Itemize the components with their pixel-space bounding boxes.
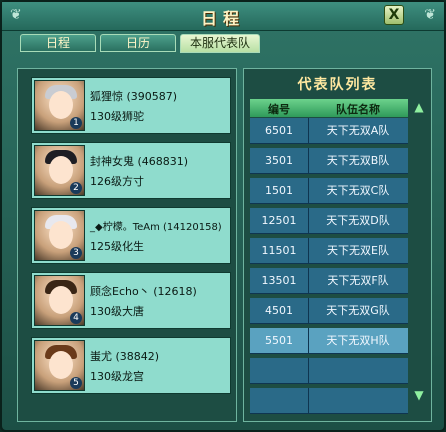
team-name: 天下无双F队 xyxy=(327,274,389,287)
avatar-face xyxy=(49,351,73,379)
team-name: 天下无双C队 xyxy=(326,184,390,197)
player-list-panel: 1 狐狸惊 (390587) 130级狮驼 2 封神女鬼 (468831) 12… xyxy=(17,68,237,422)
avatar-face xyxy=(49,286,73,314)
tab-calendar[interactable]: 日历 xyxy=(100,34,176,52)
team-id: 1501 xyxy=(250,178,309,204)
player-name: 封神女鬼 (468831) xyxy=(90,155,189,168)
empty-row xyxy=(250,388,408,414)
window-title: 日程 xyxy=(200,9,245,28)
team-id: 5501 xyxy=(250,328,309,354)
team-id: 11501 xyxy=(250,238,309,264)
team-table-header: 编号 队伍名称 xyxy=(250,99,408,117)
table-row[interactable]: 6501 天下无双A队 xyxy=(250,118,408,144)
team-id: 12501 xyxy=(250,208,309,234)
team-name: 天下无双A队 xyxy=(326,124,390,137)
table-row[interactable]: 3501 天下无双B队 xyxy=(250,148,408,174)
header-id: 编号 xyxy=(268,103,290,116)
team-name: 天下无双G队 xyxy=(326,304,390,317)
table-row[interactable]: 1501 天下无双C队 xyxy=(250,178,408,204)
player-card-4[interactable]: 4 顾念Echo丶 (12618) 130级大唐 xyxy=(31,272,231,329)
title-bar: ❦ ❦ 日程 X xyxy=(2,2,444,31)
avatar-face xyxy=(49,91,73,119)
empty-row xyxy=(250,358,408,384)
player-level: 126级方寸 xyxy=(90,175,144,188)
header-team-name: 队伍名称 xyxy=(336,103,380,116)
rank-badge: 2 xyxy=(70,182,82,194)
avatar-face xyxy=(49,156,73,184)
empty-cell xyxy=(250,388,309,414)
rank-badge: 4 xyxy=(70,312,82,324)
player-card-5[interactable]: 5 蚩尤 (38842) 130级龙宫 xyxy=(31,337,231,394)
tab-schedule[interactable]: 日程 xyxy=(20,34,96,52)
team-id: 6501 xyxy=(250,118,309,144)
avatar: 3 xyxy=(34,210,85,261)
team-list-title: 代表队列表 xyxy=(297,77,378,93)
player-name: 蚩尤 (38842) xyxy=(90,350,160,363)
table-row-selected[interactable]: 5501 天下无双H队 xyxy=(250,328,408,354)
avatar-face xyxy=(49,221,73,249)
team-id: 13501 xyxy=(250,268,309,294)
schedule-window: ❦ ❦ 日程 X 日程 日历 本服代表队 1 狐狸惊 (390587) 130级… xyxy=(0,0,446,432)
table-row[interactable]: 13501 天下无双F队 xyxy=(250,268,408,294)
player-name: 狐狸惊 (390587) xyxy=(90,90,178,103)
player-level: 130级大唐 xyxy=(90,305,144,318)
table-row[interactable]: 4501 天下无双G队 xyxy=(250,298,408,324)
table-row[interactable]: 12501 天下无双D队 xyxy=(250,208,408,234)
player-name: 顾念Echo丶 (12618) xyxy=(90,285,197,298)
team-name: 天下无双B队 xyxy=(326,154,390,167)
rank-badge: 5 xyxy=(70,377,82,389)
player-level: 130级狮驼 xyxy=(90,110,144,123)
team-id: 4501 xyxy=(250,298,309,324)
avatar: 2 xyxy=(34,145,85,196)
player-level: 130级龙宫 xyxy=(90,370,144,383)
close-button[interactable]: X xyxy=(384,5,404,25)
player-name: _◆柠檬。TeAm (14120158) xyxy=(90,222,222,233)
team-name: 天下无双H队 xyxy=(326,334,390,347)
avatar: 5 xyxy=(34,340,85,391)
team-list-panel: 代表队列表 编号 队伍名称 6501 天下无双A队 3501 天下无双B队 15… xyxy=(243,68,432,422)
team-list-scrollbar[interactable]: ▲ ▼ xyxy=(412,101,426,401)
player-card-3[interactable]: 3 _◆柠檬。TeAm (14120158) 125级化生 xyxy=(31,207,231,264)
rank-badge: 1 xyxy=(70,117,82,129)
avatar: 4 xyxy=(34,275,85,326)
team-id: 3501 xyxy=(250,148,309,174)
player-level: 125级化生 xyxy=(90,240,144,253)
scroll-down-arrow-icon[interactable]: ▼ xyxy=(412,389,426,401)
tab-server-team[interactable]: 本服代表队 xyxy=(180,34,260,53)
empty-cell xyxy=(250,358,309,384)
team-name: 天下无双E队 xyxy=(327,244,389,257)
scroll-up-arrow-icon[interactable]: ▲ xyxy=(412,101,426,113)
team-name: 天下无双D队 xyxy=(326,214,390,227)
rank-badge: 3 xyxy=(70,247,82,259)
player-card-2[interactable]: 2 封神女鬼 (468831) 126级方寸 xyxy=(31,142,231,199)
player-card-1[interactable]: 1 狐狸惊 (390587) 130级狮驼 xyxy=(31,77,231,134)
table-row[interactable]: 11501 天下无双E队 xyxy=(250,238,408,264)
avatar: 1 xyxy=(34,80,85,131)
